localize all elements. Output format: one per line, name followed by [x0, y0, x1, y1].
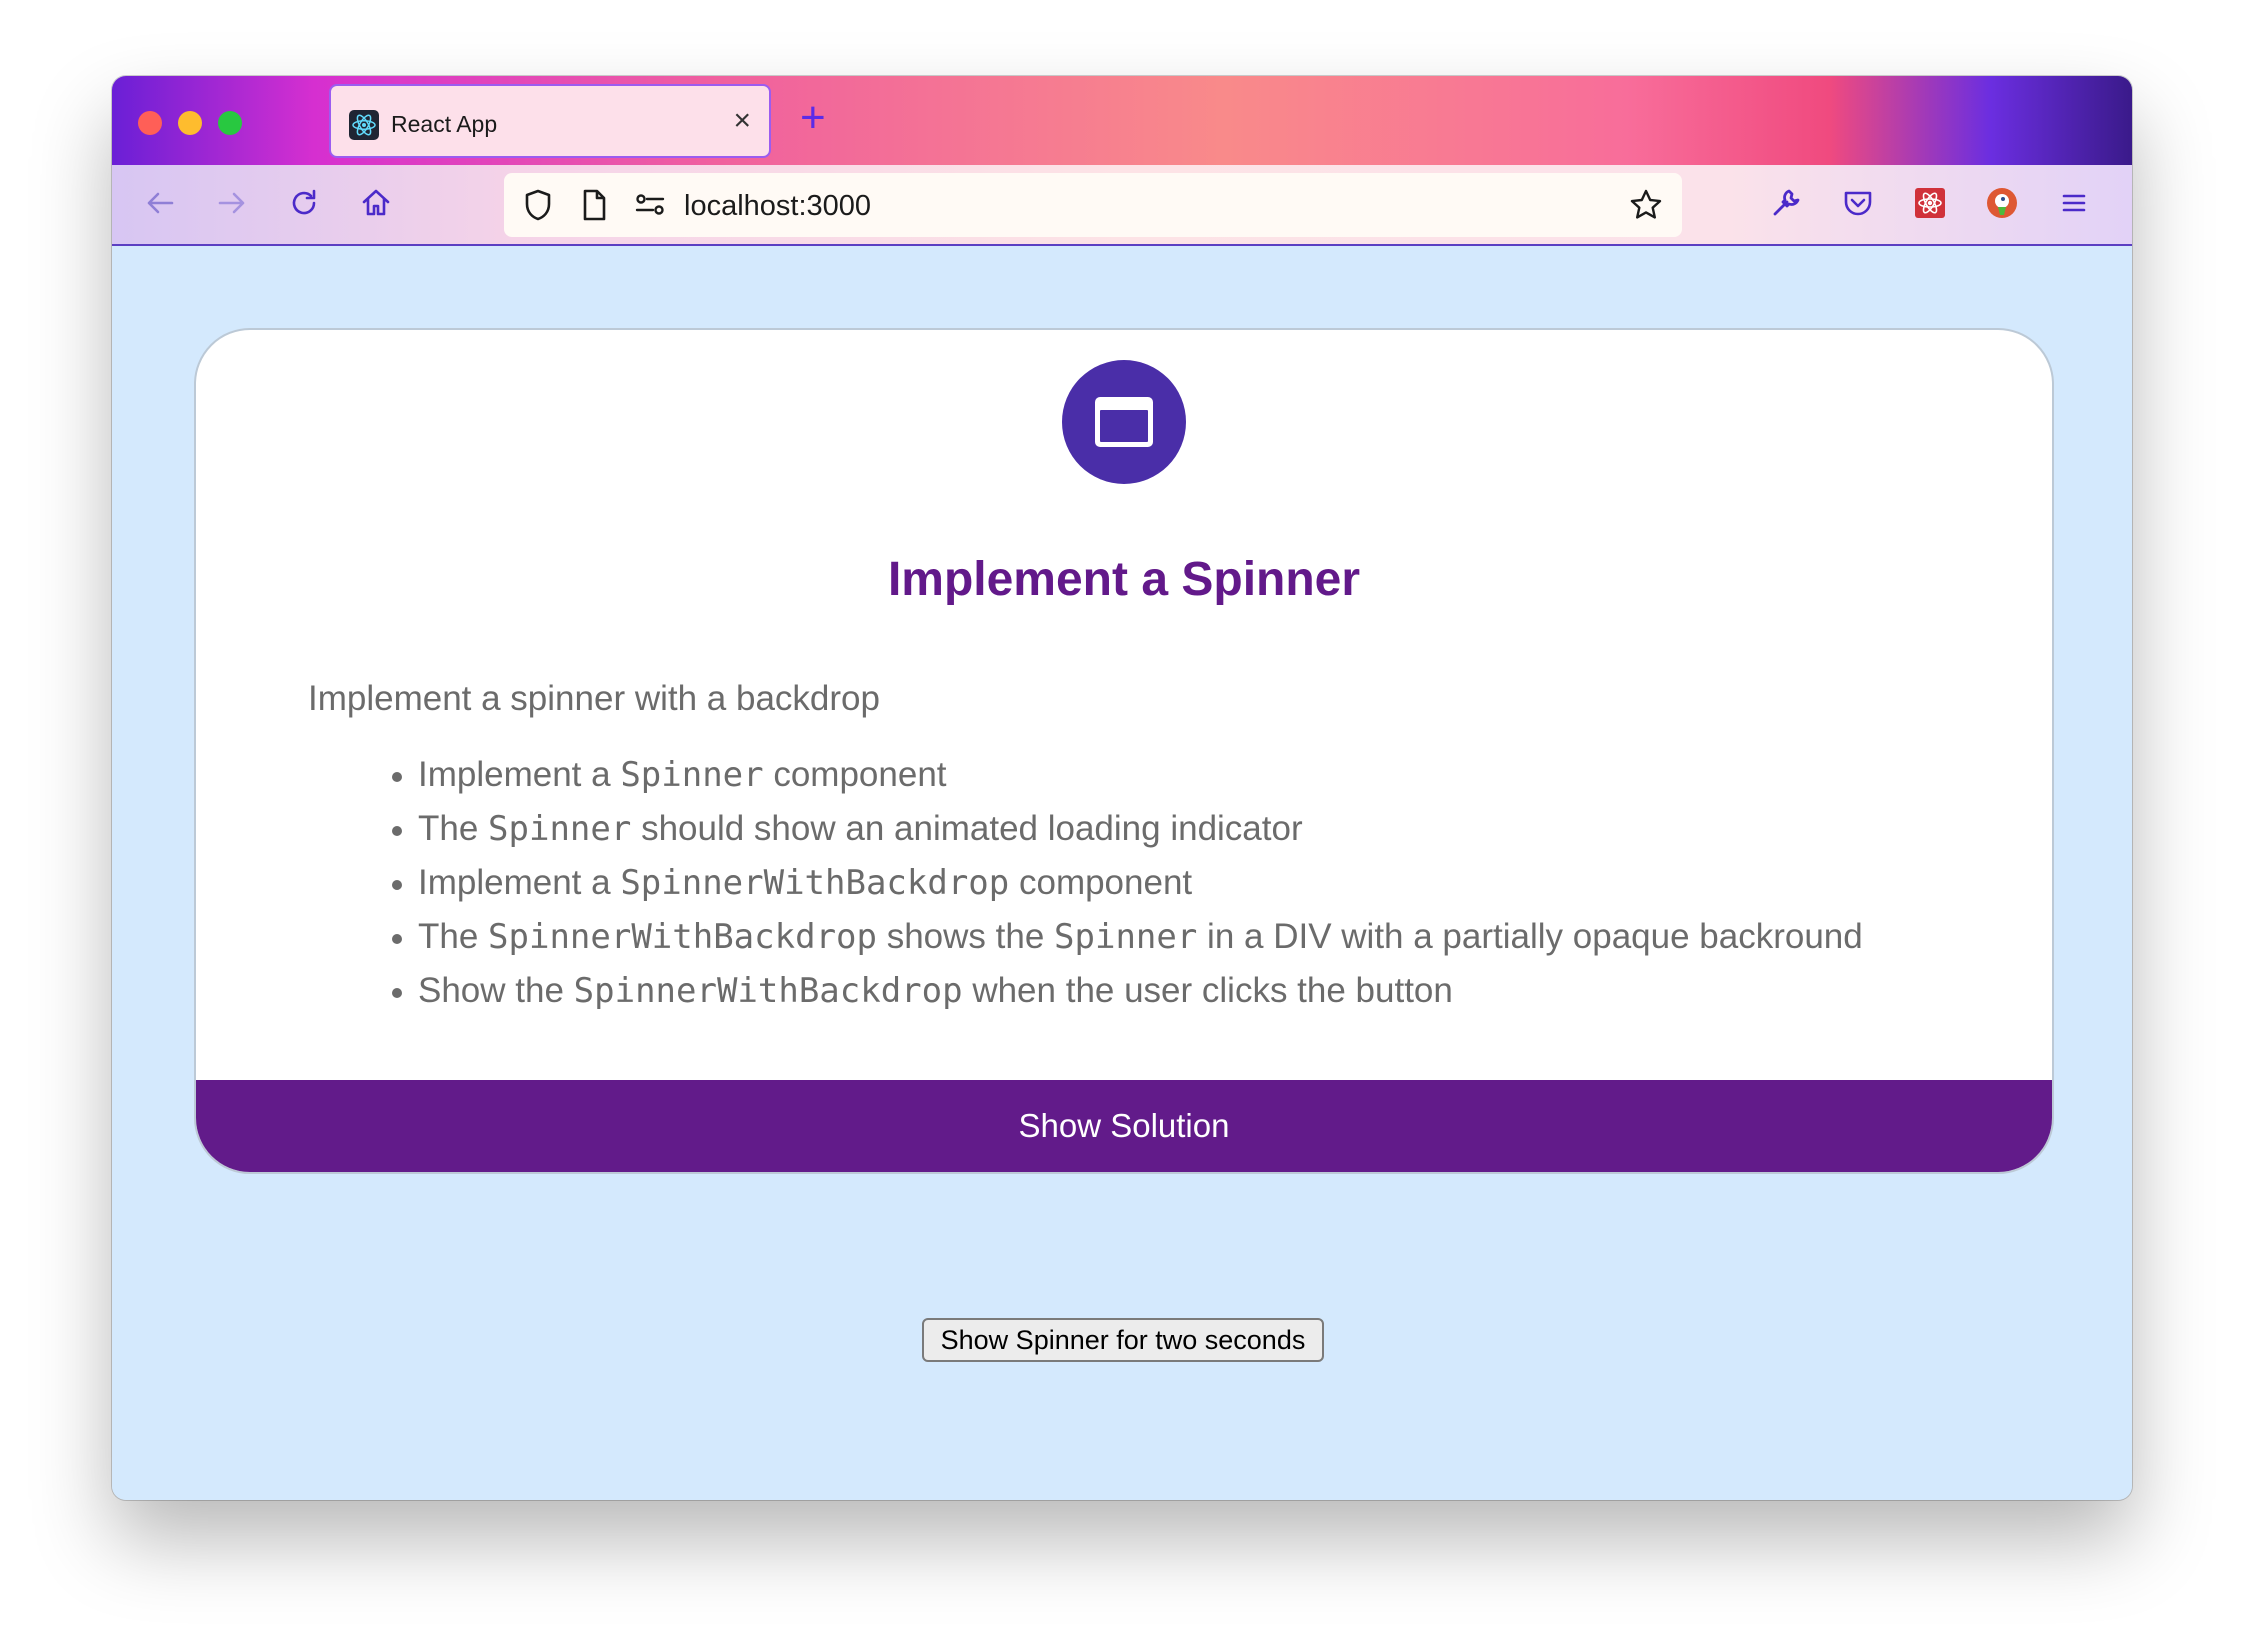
pocket-icon[interactable] [1838, 183, 1878, 223]
list-item-text: shows the [876, 917, 1055, 956]
list-item-text: should show an animated loading indicato… [631, 809, 1303, 848]
card-title: Implement a Spinner [887, 553, 1361, 606]
close-tab-icon[interactable]: × [733, 106, 751, 136]
list-item: The SpinnerWithBackdrop shows the Spinne… [392, 910, 1863, 964]
url-text: localhost:3000 [684, 190, 872, 222]
list-item: The Spinner should show an animated load… [392, 802, 1863, 856]
show-solution-button[interactable]: Show Solution [196, 1080, 2052, 1172]
address-bar[interactable]: localhost:3000 [504, 173, 1682, 237]
code-snippet: SpinnerWithBackdrop [488, 917, 877, 957]
wrench-icon[interactable] [1766, 183, 1806, 223]
exercise-card: Implement a Spinner Implement a spinner … [194, 328, 2054, 1174]
list-item-text: Implement a [418, 863, 621, 902]
maximize-window-button[interactable] [218, 111, 242, 135]
requirements-list: Implement a Spinner component The Spinner… [392, 748, 1863, 1018]
page-icon[interactable] [574, 185, 614, 225]
tab-bar: React App × + [112, 76, 2132, 165]
reload-icon[interactable] [284, 183, 324, 223]
tab-title: React App [391, 111, 498, 137]
react-devtools-icon[interactable] [1910, 183, 1950, 223]
code-snippet: SpinnerWithBackdrop [620, 863, 1010, 903]
list-item: Show the SpinnerWithBackdrop when the us… [392, 964, 1863, 1018]
browser-window: React App × + localhost:3000 Implement a… [112, 76, 2132, 1500]
home-icon[interactable] [356, 183, 396, 223]
list-item-text: The [418, 809, 489, 848]
list-item-text: when the user clicks the button [962, 971, 1453, 1010]
browser-window-icon [1062, 360, 1186, 484]
permissions-icon[interactable] [630, 185, 670, 225]
code-snippet: Spinner [620, 755, 764, 795]
list-item-text: Show the [418, 971, 574, 1010]
shield-icon[interactable] [518, 185, 558, 225]
list-item-text: Implement a [418, 755, 621, 794]
close-window-button[interactable] [138, 111, 162, 135]
back-arrow-icon[interactable] [140, 183, 180, 223]
nav-toolbar: localhost:3000 [112, 165, 2132, 246]
list-item-text: in a DIV with a partially opaque backrou… [1197, 917, 1863, 956]
list-item: Implement a SpinnerWithBackdrop componen… [392, 856, 1863, 910]
list-item-text: component [763, 755, 947, 794]
react-icon [349, 110, 379, 140]
menu-icon[interactable] [2054, 183, 2094, 223]
duckduckgo-icon[interactable] [1982, 183, 2022, 223]
list-item: Implement a Spinner component [392, 748, 1863, 802]
forward-arrow-icon[interactable] [212, 183, 252, 223]
tab-react-app[interactable]: React App × [329, 84, 771, 158]
card-description: Implement a spinner with a backdrop [308, 679, 880, 718]
show-spinner-button[interactable]: Show Spinner for two seconds [922, 1318, 1324, 1362]
code-snippet: Spinner [1054, 917, 1198, 957]
list-item-text: component [1009, 863, 1193, 902]
code-snippet: SpinnerWithBackdrop [573, 971, 963, 1011]
bookmark-star-icon[interactable] [1626, 185, 1666, 225]
minimize-window-button[interactable] [178, 111, 202, 135]
page-content: Implement a Spinner Implement a spinner … [112, 246, 2132, 1500]
list-item-text: The [418, 917, 489, 956]
new-tab-button[interactable]: + [800, 96, 826, 140]
code-snippet: Spinner [488, 809, 632, 849]
